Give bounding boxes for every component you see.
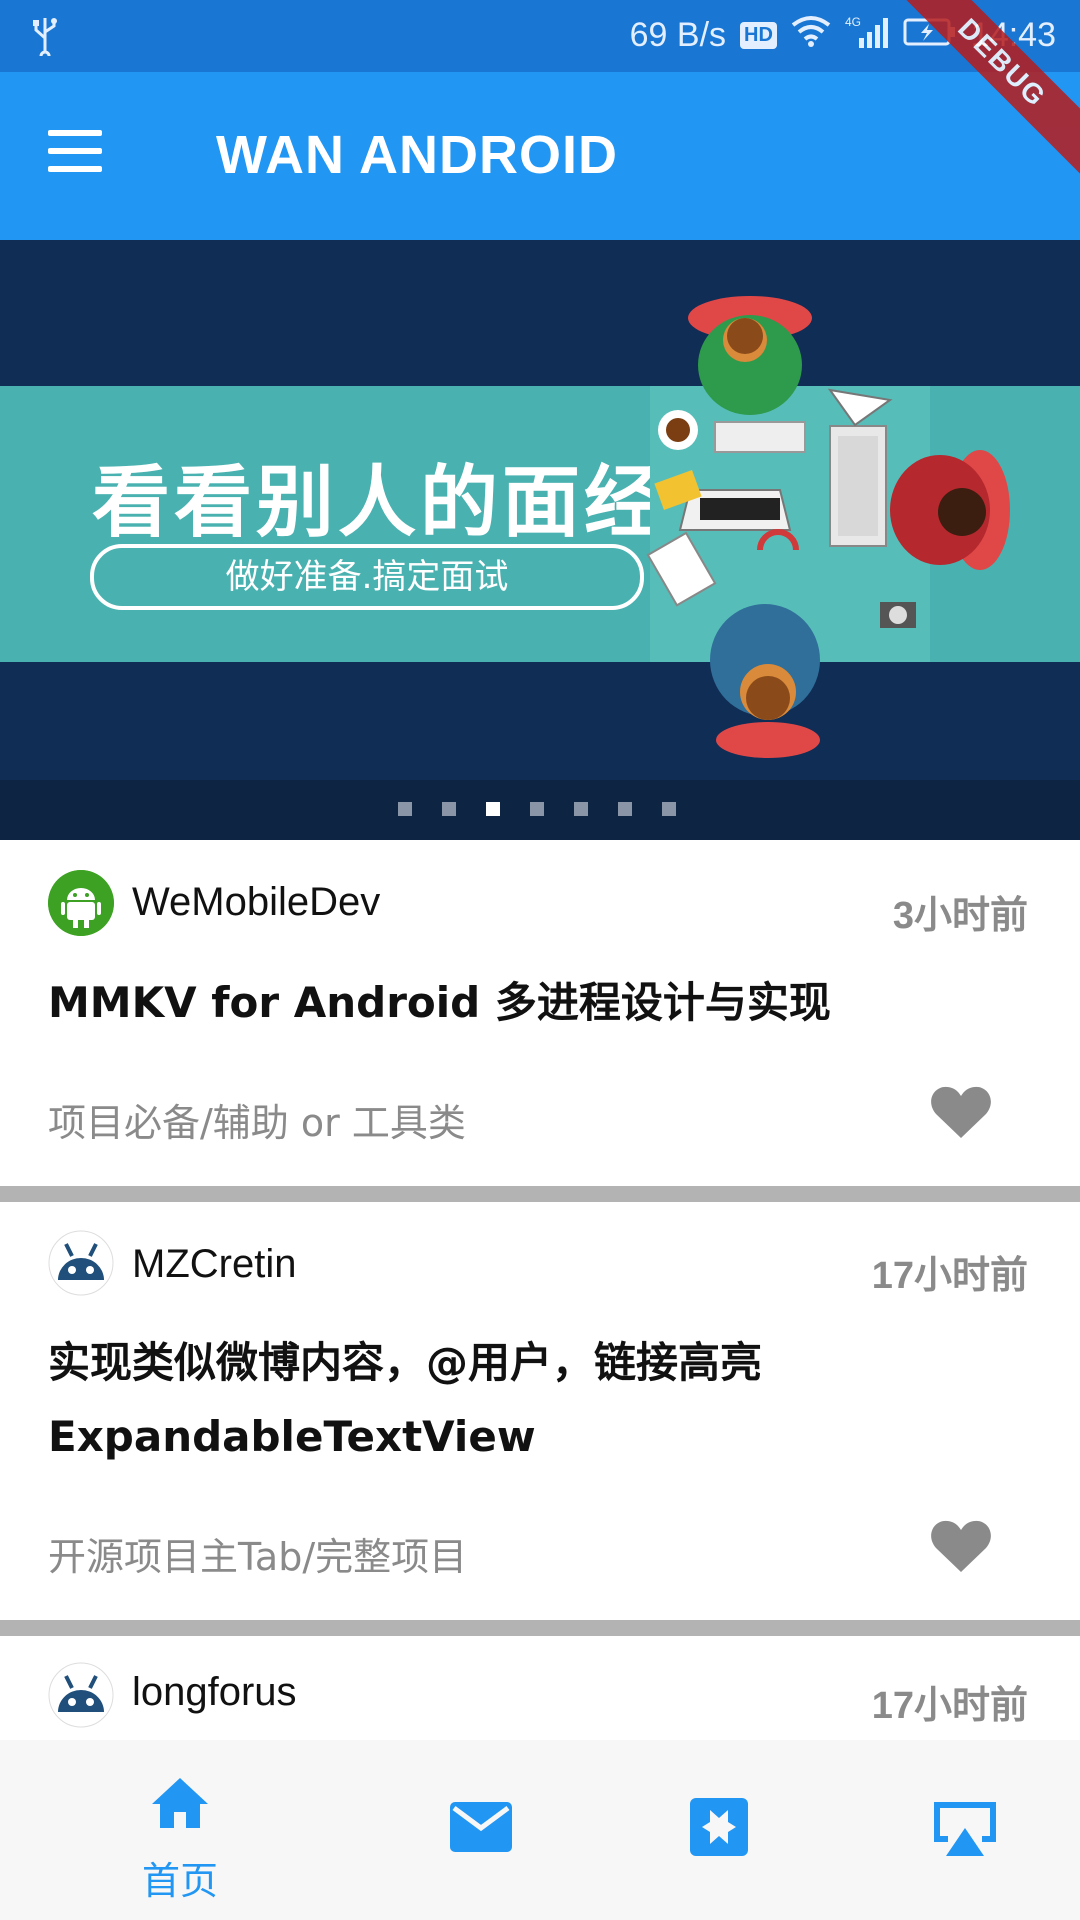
banner-headline: 看看别人的面经 — [92, 458, 667, 548]
banner-carousel[interactable]: 看看别人的面经 做好准备.搞定面试 — [0, 240, 1080, 840]
article-title[interactable]: 实现类似微博内容，@用户，链接高亮ExpandableTextView — [48, 1326, 888, 1474]
nav-tools[interactable] — [900, 1740, 1020, 1920]
banner-subtitle: 做好准备.搞定面试 — [90, 544, 644, 610]
wifi-icon — [791, 15, 831, 56]
usb-icon — [30, 16, 60, 65]
article-time: 17小时前 — [871, 1685, 1028, 1727]
carousel-dot[interactable] — [574, 802, 588, 816]
author-avatar — [48, 1230, 114, 1296]
article-card[interactable]: MZCretin 17小时前 实现类似微博内容，@用户，链接高亮Expandab… — [0, 1202, 1080, 1620]
article-time: 17小时前 — [871, 1255, 1028, 1297]
nav-messages[interactable] — [420, 1740, 540, 1920]
article-category[interactable]: 项目必备/辅助 or 工具类 — [48, 1092, 466, 1147]
nav-home-label: 首页 — [141, 1859, 218, 1903]
author-avatar — [48, 870, 114, 936]
carousel-dot[interactable] — [530, 802, 544, 816]
article-category[interactable]: 开源项目主Tab/完整项目 — [48, 1526, 467, 1581]
menu-icon-bar — [48, 148, 102, 154]
nav-projects[interactable] — [660, 1740, 780, 1920]
carousel-dot[interactable] — [486, 802, 500, 816]
carousel-dot[interactable] — [398, 802, 412, 816]
network-speed: 69 B/s — [629, 16, 727, 54]
bottom-navigation: 首页 — [0, 1740, 1080, 1920]
network-type: 4G — [845, 15, 861, 29]
app-bar: WAN ANDROID — [0, 72, 1080, 240]
favorite-heart-icon[interactable] — [930, 1518, 992, 1578]
article-card[interactable]: WeMobileDev 3小时前 MMKV for Android 多进程设计与… — [0, 840, 1080, 1186]
mail-icon — [450, 1802, 512, 1852]
nav-home[interactable]: 首页 — [120, 1740, 240, 1920]
home-icon — [152, 1778, 208, 1828]
carousel-dot[interactable] — [618, 802, 632, 816]
article-author[interactable]: WeMobileDev — [132, 880, 380, 925]
article-title[interactable]: MMKV for Android 多进程设计与实现 — [48, 966, 948, 1040]
banner-indicator — [0, 780, 1080, 840]
article-author[interactable]: MZCretin — [132, 1242, 296, 1287]
signal-icon: 4G — [845, 14, 889, 57]
menu-button[interactable] — [48, 126, 112, 186]
list-divider — [0, 1620, 1080, 1636]
banner-illustration-image — [646, 296, 1010, 758]
carousel-dot[interactable] — [442, 802, 456, 816]
puzzle-icon — [690, 1798, 748, 1856]
carousel-dot[interactable] — [662, 802, 676, 816]
list-divider — [0, 1186, 1080, 1202]
author-avatar — [48, 1662, 114, 1728]
airplay-icon — [934, 1802, 996, 1856]
article-card[interactable]: longforus 17小时前 — [0, 1636, 1080, 1740]
article-author[interactable]: longforus — [132, 1670, 297, 1715]
hd-icon: HD — [740, 22, 777, 49]
favorite-heart-icon[interactable] — [930, 1084, 992, 1144]
app-title: WAN ANDROID — [216, 125, 618, 185]
article-time: 3小时前 — [892, 895, 1028, 937]
menu-icon — [48, 130, 102, 136]
menu-icon-bar — [48, 166, 102, 172]
